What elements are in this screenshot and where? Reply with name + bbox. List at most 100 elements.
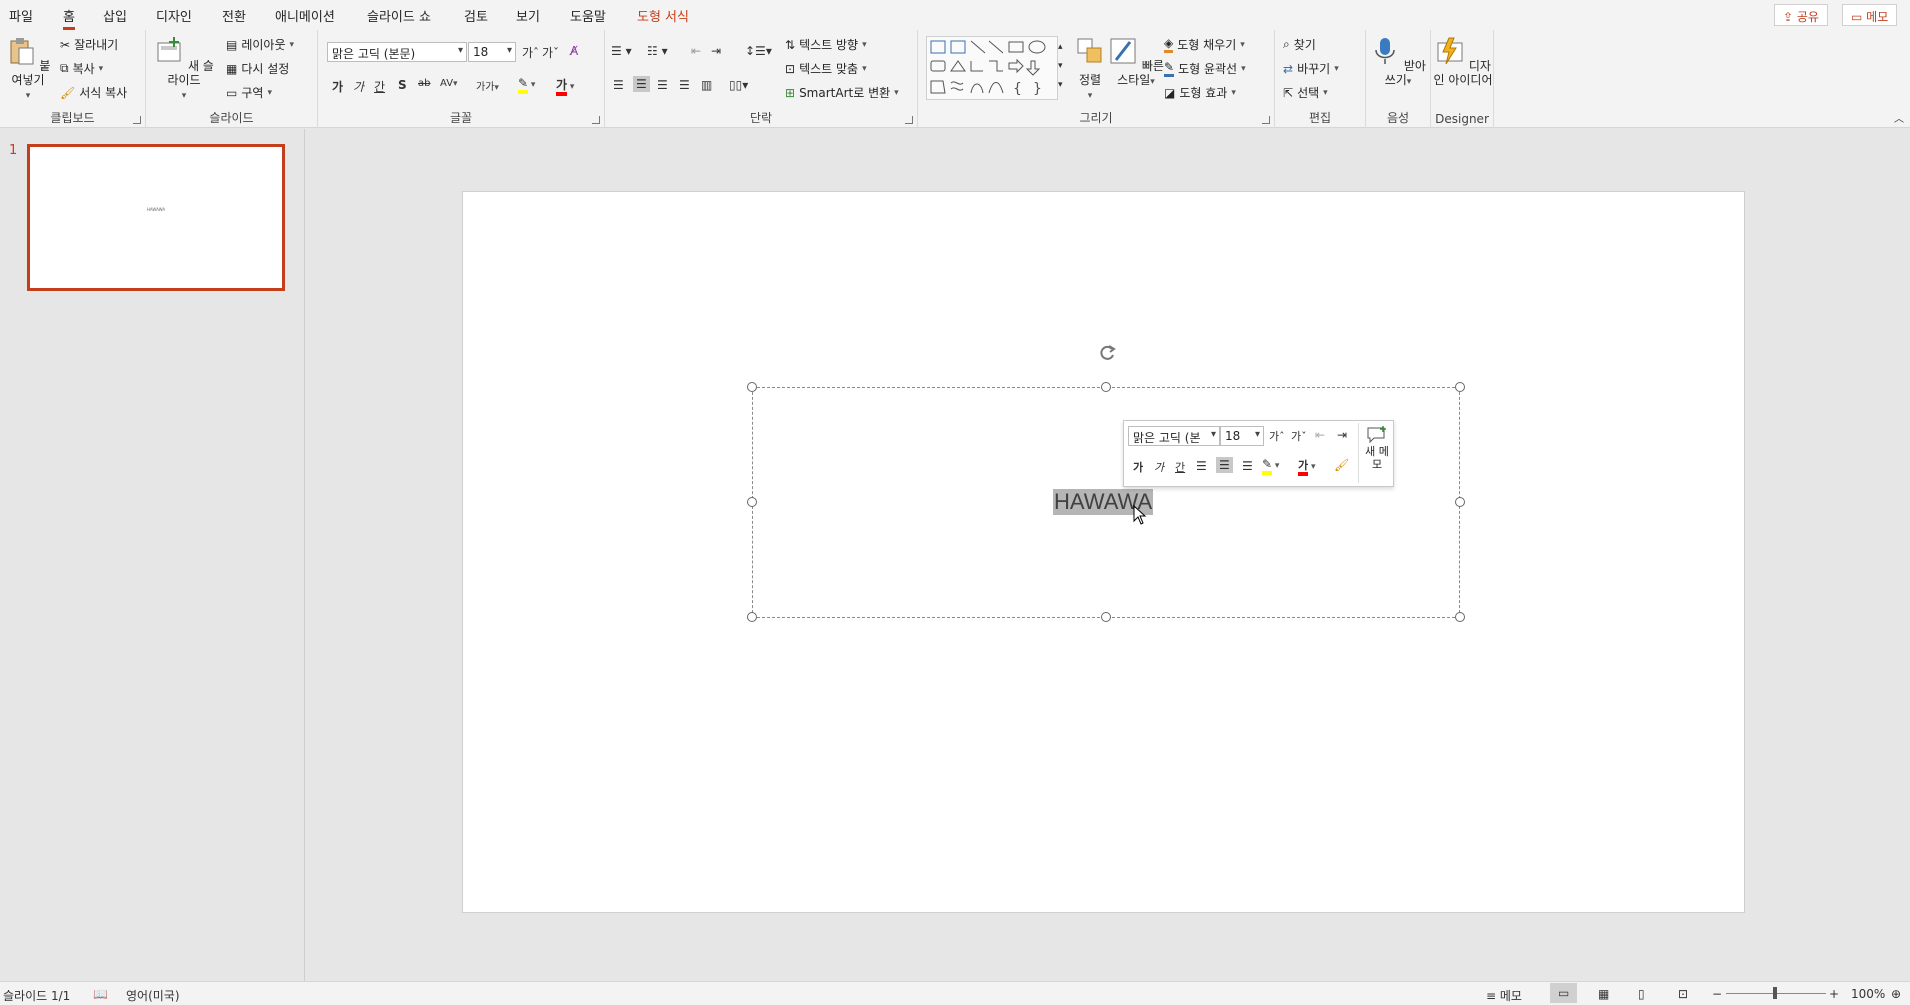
distributed-icon[interactable]: ▥ [701,78,712,92]
align-center-icon[interactable]: ☰ [633,76,650,92]
align-left-icon[interactable]: ☰ [613,78,624,92]
mini-bold-button[interactable]: 가 [1133,459,1143,475]
tab-home[interactable]: 홈 [63,6,75,30]
quick-styles-button[interactable]: 빠른 스타일▾ [1108,36,1164,89]
paste-button[interactable]: 붙여넣기 ▾ [3,36,53,103]
copy-button[interactable]: ⧉ 복사 ▾ [60,60,103,77]
mini-shrink-font-icon[interactable]: 가ˇ [1291,428,1307,444]
char-spacing-button[interactable]: AV▾ [440,78,458,89]
replace-button[interactable]: ⇄ 바꾸기 ▾ [1283,60,1339,77]
shapes-gallery[interactable]: {} [926,36,1058,100]
resize-handle-n[interactable] [1101,382,1111,392]
shrink-font-icon[interactable]: 가ˇ [542,44,559,61]
mini-font-name-combo[interactable]: 맑은 고딕 (본 ▾ [1128,426,1220,446]
tab-slideshow[interactable]: 슬라이드 쇼 [367,6,431,25]
slide-sorter-icon[interactable]: ▦ [1598,987,1609,1001]
resize-handle-ne[interactable] [1455,382,1465,392]
normal-view-icon[interactable]: ▭ [1550,983,1578,1003]
language-indicator[interactable]: 영어(미국) [126,987,180,1004]
bullets-icon[interactable]: ☰ ▾ [611,44,632,58]
mini-format-painter-icon[interactable]: 🖌 [1334,458,1349,472]
resize-handle-se[interactable] [1455,612,1465,622]
mini-font-size-combo[interactable]: 18 ▾ [1220,426,1264,446]
tab-file[interactable]: 파일 [9,6,33,25]
tab-shape-format[interactable]: 도형 서식 [637,6,689,25]
shape-effects-button[interactable]: ◪ 도형 효과 ▾ [1164,84,1236,101]
arrange-button[interactable]: 정렬 ▾ [1070,36,1110,103]
text-direction-button[interactable]: ⇅ 텍스트 방향 ▾ [785,36,867,53]
grow-font-icon[interactable]: 가ˆ [522,44,539,61]
mini-increase-indent-icon[interactable]: ⇥ [1337,428,1347,442]
tab-view[interactable]: 보기 [516,6,540,25]
align-right-icon[interactable]: ☰ [657,78,668,92]
select-button[interactable]: ⇱ 선택 ▾ [1283,84,1328,101]
new-memo-button[interactable]: 새 메모 [1360,425,1394,471]
section-button[interactable]: ▭ 구역 ▾ [226,84,272,101]
fit-to-window-icon[interactable]: ⊕ [1891,987,1901,1001]
decrease-indent-icon[interactable]: ⇤ [691,44,701,58]
tab-transitions[interactable]: 전환 [222,6,246,25]
change-case-button[interactable]: 가가▾ [476,78,499,93]
resize-handle-nw[interactable] [747,382,757,392]
line-spacing-icon[interactable]: ↕☰▾ [745,44,772,58]
mini-italic-button[interactable]: 가 [1154,459,1164,475]
tab-review[interactable]: 검토 [464,6,488,25]
mini-grow-font-icon[interactable]: 가ˆ [1269,428,1285,444]
spellcheck-icon[interactable]: 📖 [93,987,108,1001]
strikethrough-button[interactable]: ab [418,78,430,89]
reset-button[interactable]: ▦ 다시 설정 [226,60,289,77]
zoom-level[interactable]: 100% [1851,987,1885,1001]
zoom-out-icon[interactable]: − [1712,987,1722,1001]
mini-font-color-button[interactable]: 가 ▾ [1298,457,1316,476]
mini-decrease-indent-icon[interactable]: ⇤ [1315,428,1325,442]
gallery-scroll-icon[interactable]: ▴ ▾ ▾ [1058,38,1063,95]
zoom-in-icon[interactable]: + [1829,987,1839,1001]
slide-thumbnail[interactable]: HAWAWA [27,144,285,291]
clipboard-launcher-icon[interactable] [133,116,141,124]
font-color-button[interactable]: 가 ▾ [556,76,574,96]
numbering-icon[interactable]: ☷ ▾ [647,44,668,58]
zoom-slider-thumb[interactable] [1773,987,1777,999]
find-button[interactable]: ⌕ 찾기 [1283,36,1316,53]
memo-button[interactable]: ▭ 메모 [1842,4,1898,26]
mini-underline-button[interactable]: 간 [1175,459,1185,475]
reading-view-icon[interactable]: ▯ [1638,987,1645,1001]
shadow-button[interactable]: S [398,78,407,92]
mini-align-center-icon[interactable]: ☰ [1216,457,1233,473]
highlight-button[interactable]: ✎ ▾ [518,76,535,94]
mini-highlight-button[interactable]: ✎ ▾ [1262,457,1279,475]
font-name-combo[interactable]: 맑은 고딕 (본문) ▾ [327,42,467,62]
tab-design[interactable]: 디자인 [156,6,192,25]
columns-icon[interactable]: ▯▯▾ [729,78,748,92]
design-ideas-button[interactable]: 디자인 아이디어 [1433,36,1493,87]
align-text-button[interactable]: ⊡ 텍스트 맞춤 ▾ [785,60,867,77]
resize-handle-e[interactable] [1455,497,1465,507]
share-button[interactable]: ⇪ 공유 [1774,4,1828,26]
shape-outline-button[interactable]: ✎ 도형 윤곽선 ▾ [1164,60,1246,77]
shape-fill-button[interactable]: ◈ 도형 채우기 ▾ [1164,36,1245,53]
new-slide-button[interactable]: 새 슬라이드 ▾ [152,36,216,103]
clear-format-icon[interactable]: A̸ [570,44,578,58]
paragraph-launcher-icon[interactable] [905,116,913,124]
mini-align-left-icon[interactable]: ☰ [1196,459,1207,473]
smartart-button[interactable]: ⊞ SmartArt로 변환 ▾ [785,84,899,101]
layout-button[interactable]: ▤ 레이아웃 ▾ [226,36,294,53]
tab-insert[interactable]: 삽입 [103,6,127,25]
collapse-ribbon-icon[interactable]: ︿ [1894,110,1904,125]
bold-button[interactable]: 가 [332,78,343,95]
slideshow-view-icon[interactable]: ⊡ [1678,987,1688,1001]
justify-icon[interactable]: ☰ [679,78,690,92]
resize-handle-sw[interactable] [747,612,757,622]
font-size-combo[interactable]: 18 ▾ [468,42,516,62]
tab-animations[interactable]: 애니메이션 [275,6,335,25]
rotate-handle-icon[interactable] [1097,343,1117,363]
notes-button[interactable]: ≡ 메모 [1486,987,1522,1004]
underline-button[interactable]: 간 [374,78,385,95]
font-launcher-icon[interactable] [592,116,600,124]
format-painter-button[interactable]: 🖌 서식 복사 [60,84,127,101]
resize-handle-w[interactable] [747,497,757,507]
italic-button[interactable]: 가 [353,78,364,95]
dictate-button[interactable]: 받아 쓰기▾ [1370,36,1426,89]
tab-help[interactable]: 도움말 [570,6,606,25]
increase-indent-icon[interactable]: ⇥ [711,44,721,58]
